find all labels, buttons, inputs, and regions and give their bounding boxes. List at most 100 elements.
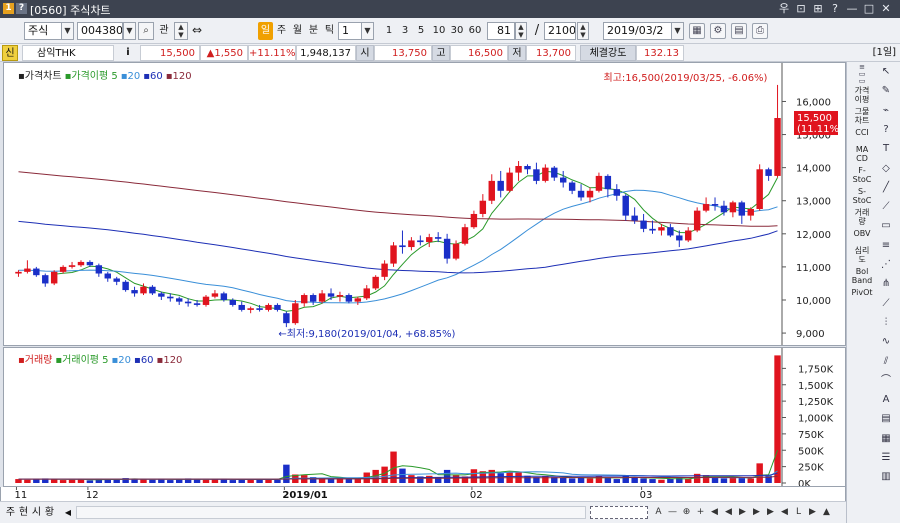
list-icon[interactable]: ☰ xyxy=(877,450,895,466)
zoom-out-icon[interactable]: — xyxy=(666,506,679,519)
minimize-icon[interactable]: — xyxy=(845,2,859,16)
scroll-track[interactable] xyxy=(76,506,586,519)
cycle-icon[interactable]: ⫶ xyxy=(877,315,895,331)
date-input[interactable]: 2019/03/2 xyxy=(603,22,673,40)
lock-icon[interactable]: L xyxy=(792,506,805,519)
scroll-left-icon[interactable]: ◀ xyxy=(62,506,74,519)
save-icon[interactable]: ▤ xyxy=(731,23,747,39)
pin-icon[interactable]: 우 xyxy=(777,2,791,16)
up-icon[interactable]: ▲ xyxy=(820,506,833,519)
period-tab-3[interactable]: 분 xyxy=(306,22,321,40)
price-legend-item[interactable]: ▪20 xyxy=(121,71,141,82)
indicator-button-7[interactable]: OBV xyxy=(851,229,873,238)
period-tab-0[interactable]: 일 xyxy=(258,22,273,40)
fibo-icon[interactable]: ≡ xyxy=(877,238,895,254)
pitchfork-icon[interactable]: ⋔ xyxy=(877,276,895,292)
volume-legend-item[interactable]: ▪거래이평 5 xyxy=(55,355,108,366)
price-legend-item[interactable]: ▪가격차트 xyxy=(18,71,62,82)
bottom-tab-0[interactable]: 주 xyxy=(4,506,17,519)
stock-code-input[interactable]: 004380 xyxy=(77,22,123,40)
period-tab-1[interactable]: 주 xyxy=(274,22,289,40)
quick-interval-1[interactable]: 1 xyxy=(383,22,395,40)
bar-icon[interactable]: ▥ xyxy=(877,469,895,485)
auto-icon[interactable]: A xyxy=(877,392,895,408)
price-legend-item[interactable]: ▪가격이평 5 xyxy=(65,71,118,82)
note-icon[interactable]: ▤ xyxy=(877,411,895,427)
indicator-button-4[interactable]: F- StoC xyxy=(851,166,873,184)
volume-legend-item[interactable]: ▪거래량 xyxy=(18,355,52,366)
indicator-button-6[interactable]: 거래 량 xyxy=(851,208,873,226)
forward-icon[interactable]: ▶ xyxy=(806,506,819,519)
spin-icon[interactable]: ▲ ▼ xyxy=(174,22,188,40)
count-input[interactable]: 81 xyxy=(487,22,515,40)
eraser-icon[interactable]: ✎ xyxy=(877,83,895,99)
quick-interval-30[interactable]: 30 xyxy=(449,22,465,40)
volume-legend-item[interactable]: ▪60 xyxy=(134,355,154,366)
pointer-icon[interactable]: ↖ xyxy=(877,64,895,80)
indicator-button-9[interactable]: Bol Band xyxy=(851,267,873,285)
interval-dropdown-icon[interactable]: ▼ xyxy=(361,22,374,40)
indicator-button-8[interactable]: 심리 도 xyxy=(851,246,873,264)
nav-arrows-icon[interactable]: ⇔ xyxy=(190,22,204,40)
market-dropdown-icon[interactable]: ▼ xyxy=(61,22,74,40)
indicator-button-2[interactable]: CCI xyxy=(851,128,873,137)
info-icon[interactable]: i xyxy=(122,45,134,61)
speed-line-icon[interactable]: ⟋ xyxy=(877,296,895,312)
code-dropdown-icon[interactable]: ▼ xyxy=(123,22,136,40)
quick-interval-60[interactable]: 60 xyxy=(467,22,483,40)
indicator-button-0[interactable]: 가격 이평 xyxy=(851,86,873,104)
text-tool-icon[interactable]: T xyxy=(877,141,895,157)
volume-legend-item[interactable]: ▪120 xyxy=(157,355,183,366)
volume-legend-item[interactable]: ▪20 xyxy=(112,355,132,366)
indicator-button-5[interactable]: S- StoC xyxy=(851,187,873,205)
bottom-tab-2[interactable]: 시 xyxy=(30,506,43,519)
volume-chart[interactable]: 1,750K 1,500K 1,250K 1,000K 750K 500K 250K 0K xyxy=(4,348,845,486)
period-tab-2[interactable]: 월 xyxy=(290,22,305,40)
ray-tool-icon[interactable]: ⟋ xyxy=(877,199,895,215)
price-legend-item[interactable]: ▪60 xyxy=(143,71,163,82)
scroll-left-icon[interactable]: ◀ xyxy=(708,506,721,519)
bottom-tab-3[interactable]: 황 xyxy=(43,506,56,519)
indicator-button-3[interactable]: MA CD xyxy=(851,145,873,163)
rect-tool-icon[interactable]: ▭ xyxy=(877,218,895,234)
grid-settings-icon[interactable]: ▦ xyxy=(689,23,705,39)
zoom-in-icon[interactable]: + xyxy=(694,506,707,519)
magnet-icon[interactable]: ⌁ xyxy=(877,103,895,119)
line-tool-icon[interactable]: ╱ xyxy=(877,180,895,196)
scroll-right-icon[interactable]: ▶ xyxy=(750,506,763,519)
calc-icon[interactable]: ▦ xyxy=(877,431,895,447)
close-icon[interactable]: ✕ xyxy=(879,2,893,16)
arc-icon[interactable]: ⌒ xyxy=(877,373,895,389)
bottom-tab-1[interactable]: 현 xyxy=(17,506,30,519)
wave-icon[interactable]: ∿ xyxy=(877,334,895,350)
help-icon[interactable]: ? xyxy=(877,122,895,138)
indicator-menu-icon[interactable]: ▭ xyxy=(851,78,873,85)
total-spin-icon[interactable]: ▲ ▼ xyxy=(577,22,589,40)
shape-icon[interactable]: ◇ xyxy=(877,161,895,177)
search-icon[interactable]: ⌕ xyxy=(138,22,154,40)
indicator-button-1[interactable]: 그물 차트 xyxy=(851,107,873,125)
date-dropdown-icon[interactable]: ▼ xyxy=(671,22,684,40)
quick-interval-5[interactable]: 5 xyxy=(415,22,427,40)
gann-icon[interactable]: ⋰ xyxy=(877,257,895,273)
count-spin-icon[interactable]: ▲ ▼ xyxy=(515,22,527,40)
play-icon[interactable]: ▶ xyxy=(764,506,777,519)
quick-interval-10[interactable]: 10 xyxy=(431,22,447,40)
step-right-icon[interactable]: ▶ xyxy=(736,506,749,519)
period-tab-4[interactable]: 틱 xyxy=(322,22,337,40)
back-icon[interactable]: ◀ xyxy=(778,506,791,519)
help-icon[interactable]: ? xyxy=(16,3,27,14)
grid-icon[interactable]: ⊞ xyxy=(811,2,825,16)
market-select[interactable]: 주식 xyxy=(24,22,64,40)
channel-icon[interactable]: ⫽ xyxy=(877,354,895,370)
help-icon[interactable]: ? xyxy=(828,2,842,16)
volume-chart-pane[interactable]: 1,750K 1,500K 1,250K 1,000K 750K 500K 250K 0K ▪… xyxy=(3,347,846,487)
layout-icon[interactable]: ⊡ xyxy=(794,2,808,16)
zoom-reset-icon[interactable]: ⊕ xyxy=(680,506,693,519)
price-chart[interactable]: 16,00015,00014,00013,00012,00011,00010,0… xyxy=(4,63,845,345)
gear-icon[interactable]: ⚙ xyxy=(710,23,726,39)
maximize-icon[interactable]: □ xyxy=(862,2,876,16)
font-size-icon[interactable]: A xyxy=(652,506,665,519)
quick-interval-3[interactable]: 3 xyxy=(399,22,411,40)
step-left-icon[interactable]: ◀ xyxy=(722,506,735,519)
